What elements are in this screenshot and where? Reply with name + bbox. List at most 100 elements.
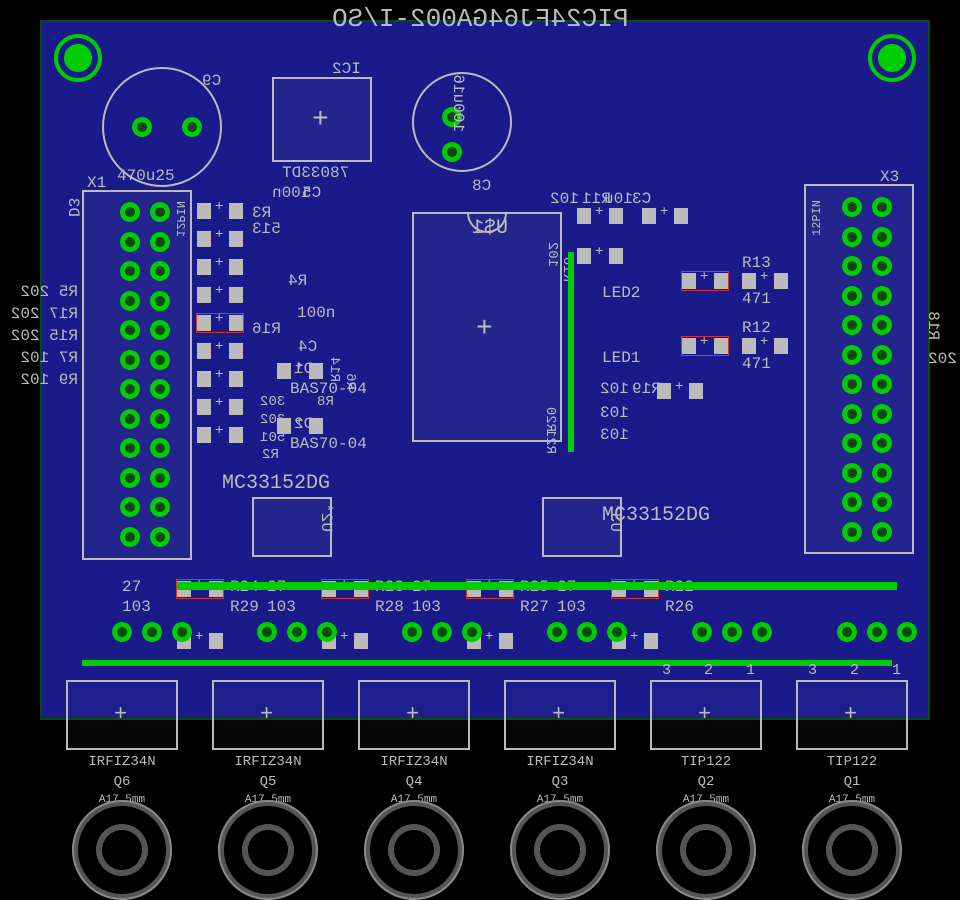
pad-icon xyxy=(842,286,862,306)
r4-ref: R4 xyxy=(288,272,307,290)
pad-icon xyxy=(150,527,170,547)
r14-ref: R14 xyxy=(326,357,342,382)
pad-icon xyxy=(872,404,892,424)
smd: + xyxy=(197,230,243,248)
gate-ref: R28 xyxy=(375,598,404,616)
transistor-part: IRFIZ34N xyxy=(496,754,624,770)
x1-pad-row xyxy=(120,202,140,547)
x3-pins: 12PIN xyxy=(810,200,824,236)
r18-ref: R18 xyxy=(924,311,942,340)
pad-icon xyxy=(872,433,892,453)
pad-icon xyxy=(872,492,892,512)
transistor-body: + xyxy=(66,680,178,750)
pad-icon xyxy=(120,261,140,281)
transistor-ref: Q2 xyxy=(642,774,770,790)
transistor-body: + xyxy=(650,680,762,750)
r8-ref: R8 xyxy=(317,394,334,410)
pad-icon xyxy=(287,622,307,642)
r2s0-val: 302 xyxy=(260,394,285,410)
pad-icon xyxy=(462,622,482,642)
pad-icon xyxy=(150,350,170,370)
pad-icon xyxy=(150,320,170,340)
smd: + xyxy=(197,258,243,276)
r16-ref: R16 xyxy=(252,320,281,338)
heatsink-icon xyxy=(656,800,756,900)
gate-bot-val: 103 xyxy=(122,598,151,616)
pad-icon xyxy=(872,256,892,276)
c9-ref: C9 xyxy=(202,72,221,90)
plus-icon: + xyxy=(114,702,127,727)
transistor-pad-triple xyxy=(112,622,192,642)
pad-icon xyxy=(842,463,862,483)
c5-val: 100n xyxy=(272,184,310,202)
pcb-board: PIC24FJ64GA002-I/SO C9 470u25 C8 100u16 … xyxy=(40,20,930,720)
u3-ref: U3* xyxy=(606,503,624,532)
plus-icon: + xyxy=(260,702,273,727)
smd: + xyxy=(197,370,243,388)
pad-icon xyxy=(120,202,140,222)
r2-ref: R2 xyxy=(262,447,279,463)
pad-icon xyxy=(872,315,892,335)
mounting-hole-icon xyxy=(868,34,916,82)
pad-icon xyxy=(120,468,140,488)
smd-r10: + xyxy=(577,247,623,265)
transistor-pad-triple xyxy=(257,622,337,642)
pad-icon xyxy=(872,522,892,542)
d3-ref: D3 xyxy=(64,198,82,217)
r19-val: 102 xyxy=(600,380,629,398)
mcu-part-label: PIC24FJ64GA002-I/SO xyxy=(332,4,628,34)
r21-val: 103 xyxy=(600,426,629,444)
pad-icon xyxy=(432,622,452,642)
r6-ref: R6 xyxy=(342,373,358,390)
u2-ref: U2* xyxy=(317,503,335,532)
c9-value: 470u25 xyxy=(117,167,175,185)
plus-icon: + xyxy=(476,314,493,345)
transistor-ref: Q4 xyxy=(350,774,478,790)
pad-icon xyxy=(842,256,862,276)
smd-led2: + xyxy=(682,272,728,290)
center-ic-ref: U$1 xyxy=(472,217,508,240)
pad-icon xyxy=(607,622,627,642)
plus-icon: + xyxy=(552,702,565,727)
r21-ref: R21 xyxy=(542,429,558,454)
pad-icon xyxy=(842,345,862,365)
x1-pins: 12PIN xyxy=(173,201,187,237)
pad-icon xyxy=(172,622,192,642)
pad-icon xyxy=(112,622,132,642)
transistor-body: + xyxy=(358,680,470,750)
transistor-ref: Q1 xyxy=(788,774,916,790)
c8-ref: C8 xyxy=(472,177,491,195)
smd-r19: + xyxy=(657,382,703,400)
pad-icon xyxy=(182,117,202,137)
pad-icon xyxy=(842,433,862,453)
pad-icon xyxy=(120,438,140,458)
heatsink-icon xyxy=(218,800,318,900)
pad-icon xyxy=(872,374,892,394)
smd-r12: + xyxy=(742,337,788,355)
ic2-value: 78033DT xyxy=(282,164,349,182)
r20-val: 103 xyxy=(600,404,629,422)
x3-pad-row xyxy=(842,197,862,542)
pad-icon xyxy=(150,291,170,311)
pad-icon xyxy=(577,622,597,642)
transistor-pad-triple xyxy=(547,622,627,642)
r12-ref: R12 xyxy=(742,319,771,337)
r13-ref: R13 xyxy=(742,254,771,272)
plus-icon: + xyxy=(844,702,857,727)
mounting-hole-icon xyxy=(54,34,102,82)
left-resistor-label: R7 102 xyxy=(0,349,78,367)
c8-value: 100u16 xyxy=(449,74,467,132)
pad-icon xyxy=(142,622,162,642)
pad-icon xyxy=(842,522,862,542)
x1-ref: X1 xyxy=(87,174,106,192)
plus-icon: + xyxy=(406,702,419,727)
center-ic-outline: + xyxy=(412,212,562,442)
pad-icon xyxy=(150,438,170,458)
pad-icon xyxy=(150,409,170,429)
pad-icon xyxy=(752,622,772,642)
smd: + xyxy=(197,426,243,444)
pad-icon xyxy=(120,409,140,429)
transistor-pad-triple xyxy=(837,622,917,642)
d2-val: BAS70-04 xyxy=(290,435,367,453)
transistor-ref: Q5 xyxy=(204,774,332,790)
